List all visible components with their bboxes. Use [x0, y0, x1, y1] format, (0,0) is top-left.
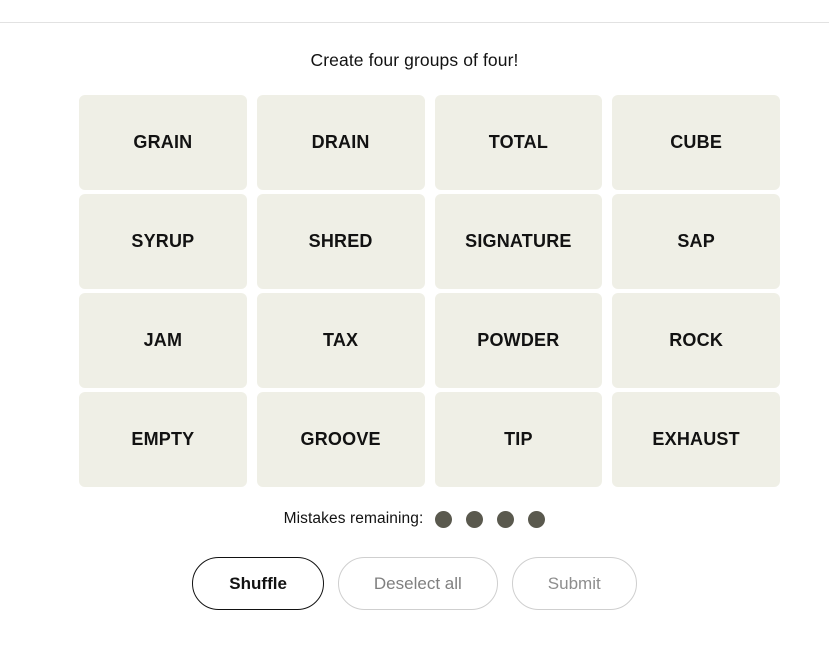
word-tile[interactable]: GROOVE: [256, 392, 425, 487]
word-tile-label: TAX: [322, 329, 359, 350]
word-tile-label: POWDER: [477, 329, 560, 350]
word-tile[interactable]: JAM: [79, 293, 247, 388]
word-tile[interactable]: SIGNATURE: [434, 194, 603, 289]
word-tile-label: EXHAUST: [652, 428, 740, 449]
word-tile[interactable]: ROCK: [612, 293, 780, 388]
word-tile[interactable]: GRAIN: [79, 95, 247, 190]
mistake-dot-icon: [435, 510, 453, 528]
word-tile-label: GROOVE: [300, 428, 381, 449]
word-tile[interactable]: SAP: [612, 194, 780, 289]
mistakes-remaining-label: Mistakes remaining:: [283, 510, 424, 527]
word-tile[interactable]: SYRUP: [79, 194, 247, 289]
word-tile-label: TIP: [504, 428, 533, 449]
word-tile[interactable]: TAX: [256, 293, 425, 388]
word-tile[interactable]: DRAIN: [256, 95, 425, 190]
mistake-dot-icon: [528, 510, 546, 528]
word-tile[interactable]: SHRED: [256, 194, 425, 289]
word-tile-label: SAP: [677, 230, 715, 251]
word-tile-label: GRAIN: [133, 131, 193, 152]
word-tile-label: SHRED: [308, 230, 373, 251]
word-tile[interactable]: TOTAL: [434, 95, 603, 190]
word-tile[interactable]: POWDER: [434, 293, 603, 388]
mistakes-remaining: Mistakes remaining:: [0, 510, 829, 528]
word-tile-label: SYRUP: [131, 230, 195, 251]
word-tile-label: DRAIN: [311, 131, 370, 152]
deselect-all-button[interactable]: Deselect all: [337, 557, 498, 610]
word-tile-label: JAM: [143, 329, 183, 350]
word-tile-label: CUBE: [670, 131, 723, 152]
word-tile-label: EMPTY: [131, 428, 195, 449]
submit-button[interactable]: Submit: [511, 557, 637, 610]
header-divider: [0, 22, 829, 23]
mistakes-dots: [435, 510, 546, 528]
word-tile[interactable]: EXHAUST: [612, 392, 780, 487]
word-grid: GRAIN DRAIN TOTAL CUBE SYRUP SHRED SIGNA…: [79, 95, 780, 487]
word-tile-label: SIGNATURE: [465, 230, 572, 251]
mistake-dot-icon: [466, 510, 484, 528]
connections-game-page: Create four groups of four! GRAIN DRAIN …: [0, 0, 829, 646]
action-buttons: Shuffle Deselect all Submit: [0, 557, 829, 610]
word-tile-label: TOTAL: [488, 131, 549, 152]
word-tile-label: ROCK: [669, 329, 724, 350]
word-tile[interactable]: TIP: [434, 392, 603, 487]
word-tile[interactable]: CUBE: [612, 95, 780, 190]
word-tile[interactable]: EMPTY: [79, 392, 247, 487]
mistake-dot-icon: [497, 510, 515, 528]
instruction-text: Create four groups of four!: [310, 50, 519, 70]
shuffle-button[interactable]: Shuffle: [192, 557, 324, 610]
